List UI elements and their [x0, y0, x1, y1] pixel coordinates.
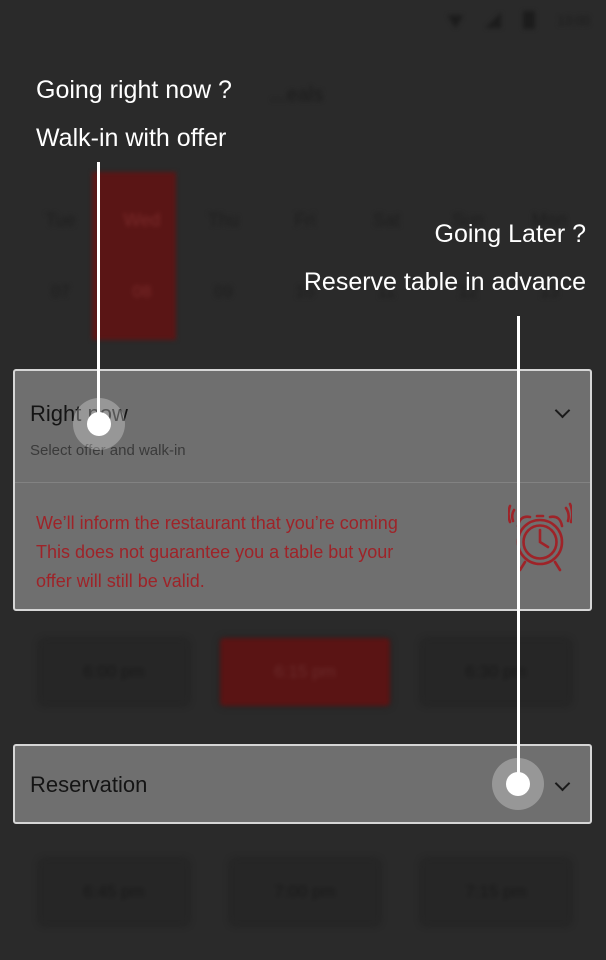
- walk-in-info: We’ll inform the restaurant that you’re …: [36, 509, 398, 596]
- info-line: We’ll inform the restaurant that you’re …: [36, 513, 398, 533]
- signal-icon: [485, 12, 502, 28]
- tap-indicator-reservation: [492, 758, 544, 810]
- wifi-icon: [447, 15, 464, 28]
- status-time: 13:00: [557, 12, 590, 28]
- tap-dot: [87, 412, 111, 436]
- date-08[interactable]: 08: [102, 282, 183, 302]
- chevron-down-icon[interactable]: [554, 775, 571, 792]
- info-line: This does not guarantee you a table but …: [36, 542, 394, 562]
- callout-now-line2: Walk-in with offer: [36, 124, 227, 152]
- day-tue[interactable]: Tue: [20, 210, 101, 231]
- divider: [15, 482, 590, 483]
- callout-later-pointer-line: [517, 316, 520, 784]
- time-slot-button-selected[interactable]: 6:15 pm: [220, 638, 390, 706]
- day-fri[interactable]: Fri: [265, 210, 346, 231]
- tap-indicator-right-now: [73, 398, 125, 450]
- time-slot-button[interactable]: 6:30 pm: [422, 640, 570, 704]
- time-slot-button[interactable]: 6:00 pm: [40, 640, 188, 704]
- day-thu[interactable]: Thu: [183, 210, 264, 231]
- status-bar: 13:00: [447, 0, 606, 40]
- date-09[interactable]: 09: [183, 282, 264, 302]
- callout-now-pointer-line: [97, 162, 100, 424]
- callout-later-line1: Going Later ?: [434, 220, 587, 248]
- info-line: offer will still be valid.: [36, 571, 205, 591]
- time-slots-row-1: 6:00 pm 6:15 pm 6:30 pm: [40, 638, 570, 706]
- time-slot-button[interactable]: 6:45 pm: [40, 860, 188, 924]
- battery-icon: [523, 11, 536, 29]
- day-wed[interactable]: Wed: [102, 210, 183, 231]
- tap-dot: [506, 772, 530, 796]
- date-07[interactable]: 07: [20, 282, 101, 302]
- day-sat[interactable]: Sat: [346, 210, 427, 231]
- selected-day-highlight: [92, 172, 176, 340]
- time-slots-row-2: 6:45 pm 7:00 pm 7:15 pm: [40, 860, 570, 924]
- time-slot-button[interactable]: 7:00 pm: [231, 860, 379, 924]
- callout-now-line1: Going right now ?: [36, 76, 232, 104]
- chevron-down-icon[interactable]: [554, 402, 571, 419]
- page-title: ...eals: [270, 84, 324, 106]
- callout-later-line2: Reserve table in advance: [303, 268, 586, 296]
- reservation-title: Reservation: [30, 772, 148, 797]
- time-slot-button[interactable]: 7:15 pm: [422, 860, 570, 924]
